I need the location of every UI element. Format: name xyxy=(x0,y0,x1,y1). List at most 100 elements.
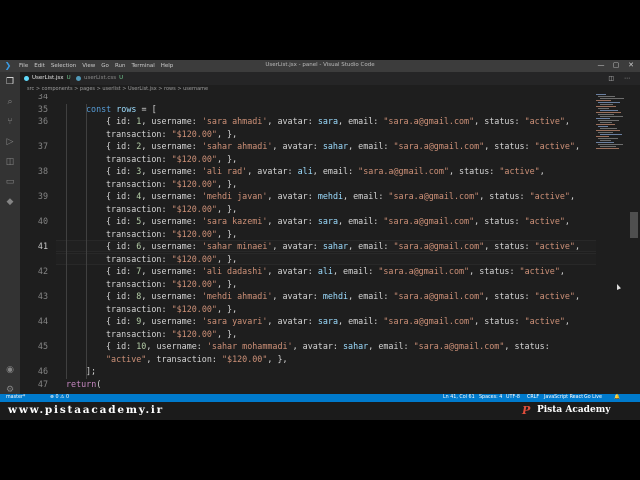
code-line[interactable]: transaction: "$120.00", }, xyxy=(20,303,616,315)
problems-indicator[interactable]: ⊗ 0 ⚠ 0 xyxy=(50,394,69,402)
extensions-icon[interactable]: ◫ xyxy=(4,156,16,168)
line-number: 44 xyxy=(37,316,48,326)
menu-view[interactable]: View xyxy=(82,63,95,69)
code-line[interactable]: 42 { id: 7, username: 'ali dadashi', avat… xyxy=(20,265,616,277)
close-icon[interactable]: ✕ xyxy=(624,61,638,69)
code-line[interactable]: 45 { id: 10, username: 'sahar mohammadi',… xyxy=(20,340,616,352)
code-editor[interactable]: 34 35 const rows = [36 { id: 1, username: '… xyxy=(20,94,616,394)
encoding[interactable]: UTF-8 xyxy=(506,394,520,402)
code-token: , status: xyxy=(474,216,525,226)
line-ending[interactable]: CRLF xyxy=(527,394,539,402)
tab-userlist-css[interactable]: userList.css U xyxy=(72,72,128,85)
code-token: , status: xyxy=(469,266,520,276)
explorer-icon[interactable]: ❐ xyxy=(4,76,16,88)
code-token: , email: xyxy=(332,266,379,276)
code-token: transaction: xyxy=(106,328,172,339)
code-token: , status: xyxy=(448,166,500,176)
code-line[interactable]: 39 { id: 4, username: 'mehdi javan', avat… xyxy=(20,190,616,202)
code-token: , xyxy=(539,166,545,176)
tab-userlist-jsx[interactable]: UserList.jsx U xyxy=(20,72,71,85)
cursor-position[interactable]: Ln 41, Col 61 xyxy=(443,394,475,402)
code-line[interactable]: transaction: "$120.00", }, xyxy=(20,128,616,140)
menu-go[interactable]: Go xyxy=(101,63,109,69)
code-line[interactable]: transaction: "$120.00", }, xyxy=(20,153,616,165)
menu-selection[interactable]: Selection xyxy=(51,63,76,69)
source-control-icon[interactable]: ⑂ xyxy=(4,116,16,128)
code-token: , username: xyxy=(141,191,202,201)
line-number: 35 xyxy=(37,103,48,114)
code-line[interactable]: transaction: "$120.00", }, xyxy=(20,253,616,265)
code-token: "active" xyxy=(534,141,575,151)
code-token: sahar xyxy=(322,241,349,251)
code-line[interactable]: 41 { id: 6, username: 'sahar minaei', ava… xyxy=(20,240,616,252)
minimap-line xyxy=(600,104,613,105)
code-text: { id: 4, username: 'mehdi javan', avatar… xyxy=(106,190,575,202)
code-token: sahar xyxy=(322,141,349,151)
menu-file[interactable]: File xyxy=(19,63,28,69)
window-title: UserList.jsx - panel - Visual Studio Cod… xyxy=(265,62,375,68)
menu-terminal[interactable]: Terminal xyxy=(131,63,154,69)
minimap[interactable] xyxy=(596,94,626,154)
code-token: "sara.a@gmail.com" xyxy=(388,191,480,201)
menu-help[interactable]: Help xyxy=(161,63,174,69)
code-line[interactable]: 46]; xyxy=(20,365,616,377)
code-text: { id: 3, username: 'ali rad', avatar: al… xyxy=(106,165,545,177)
docker-icon[interactable]: ◆ xyxy=(4,196,16,208)
minimize-icon[interactable]: — xyxy=(594,61,608,69)
code-text: transaction: "$120.00", }, xyxy=(106,178,237,190)
indent-guide xyxy=(66,104,67,379)
indentation[interactable]: Spaces: 4 xyxy=(479,394,502,402)
code-text: transaction: "$120.00", }, xyxy=(106,128,237,140)
code-token: "sara.a@gmail.com" xyxy=(378,266,470,276)
code-line[interactable]: transaction: "$120.00", }, xyxy=(20,178,616,190)
line-number: 38 xyxy=(37,166,48,176)
minimap-line xyxy=(600,116,623,117)
breadcrumb[interactable]: src > components > pages > userlist > Us… xyxy=(20,85,620,94)
split-editor-icon[interactable]: ◫ ⋯ xyxy=(608,72,634,85)
maximize-icon[interactable]: ▢ xyxy=(609,61,623,69)
vscode-logo-icon: ❯ xyxy=(4,61,12,70)
code-line[interactable]: transaction: "$120.00", }, xyxy=(20,328,616,340)
code-line[interactable]: 34 xyxy=(20,94,616,102)
editor-scrollbar[interactable] xyxy=(630,94,638,394)
account-icon[interactable]: ◉ xyxy=(4,364,16,376)
scroll-thumb[interactable] xyxy=(630,212,638,238)
notifications-icon[interactable]: 🔔 xyxy=(614,394,620,402)
code-token: "sara.a@gmail.com" xyxy=(393,141,485,151)
code-token: "$120.00" xyxy=(171,253,217,264)
code-token: , status: xyxy=(484,241,535,251)
code-token: ali xyxy=(297,166,313,176)
line-number: 40 xyxy=(37,216,48,226)
code-line[interactable]: transaction: "$120.00", }, xyxy=(20,203,616,215)
code-line[interactable]: 37 { id: 2, username: 'sahar ahmadi', ava… xyxy=(20,140,616,152)
code-line[interactable]: "active", transaction: "$120.00", }, xyxy=(20,353,616,365)
code-text: transaction: "$120.00", }, xyxy=(106,278,237,290)
code-token: { id: xyxy=(106,191,137,201)
code-token: { id: xyxy=(106,266,137,276)
minimap-line xyxy=(596,100,611,101)
code-line[interactable]: 43 { id: 8, username: 'mehdi ahmadi', ava… xyxy=(20,290,616,302)
code-token: sara xyxy=(317,116,338,126)
menu-edit[interactable]: Edit xyxy=(34,63,45,69)
code-text: transaction: "$120.00", }, xyxy=(106,303,237,315)
code-line[interactable]: transaction: "$120.00", }, xyxy=(20,278,616,290)
code-line[interactable]: 40 { id: 5, username: 'sara kazemi', avat… xyxy=(20,215,616,227)
run-debug-icon[interactable]: ▷ xyxy=(4,136,16,148)
code-line[interactable]: 38 { id: 3, username: 'ali rad', avatar: … xyxy=(20,165,616,177)
code-line[interactable]: 44 { id: 9, username: 'sara yavari', avat… xyxy=(20,315,616,327)
code-text: transaction: "$120.00", }, xyxy=(106,328,237,340)
menu-run[interactable]: Run xyxy=(115,63,126,69)
go-live-button[interactable]: Go Live xyxy=(584,394,602,402)
search-icon[interactable]: ⌕ xyxy=(4,96,16,108)
code-line[interactable]: 36 { id: 1, username: 'sara ahmadi', avat… xyxy=(20,115,616,127)
code-line[interactable]: transaction: "$120.00", }, xyxy=(20,228,616,240)
code-line[interactable]: 35 const rows = [ xyxy=(20,103,616,115)
line-number: 41 xyxy=(37,241,48,251)
remote-explorer-icon[interactable]: ▭ xyxy=(4,176,16,188)
git-branch[interactable]: master* xyxy=(6,394,25,402)
minimap-line xyxy=(600,134,622,135)
language-mode[interactable]: JavaScript React xyxy=(544,394,583,402)
code-line[interactable]: 47 return( xyxy=(20,378,616,390)
code-token: "active" xyxy=(519,266,560,276)
code-token: , email: xyxy=(348,141,394,151)
